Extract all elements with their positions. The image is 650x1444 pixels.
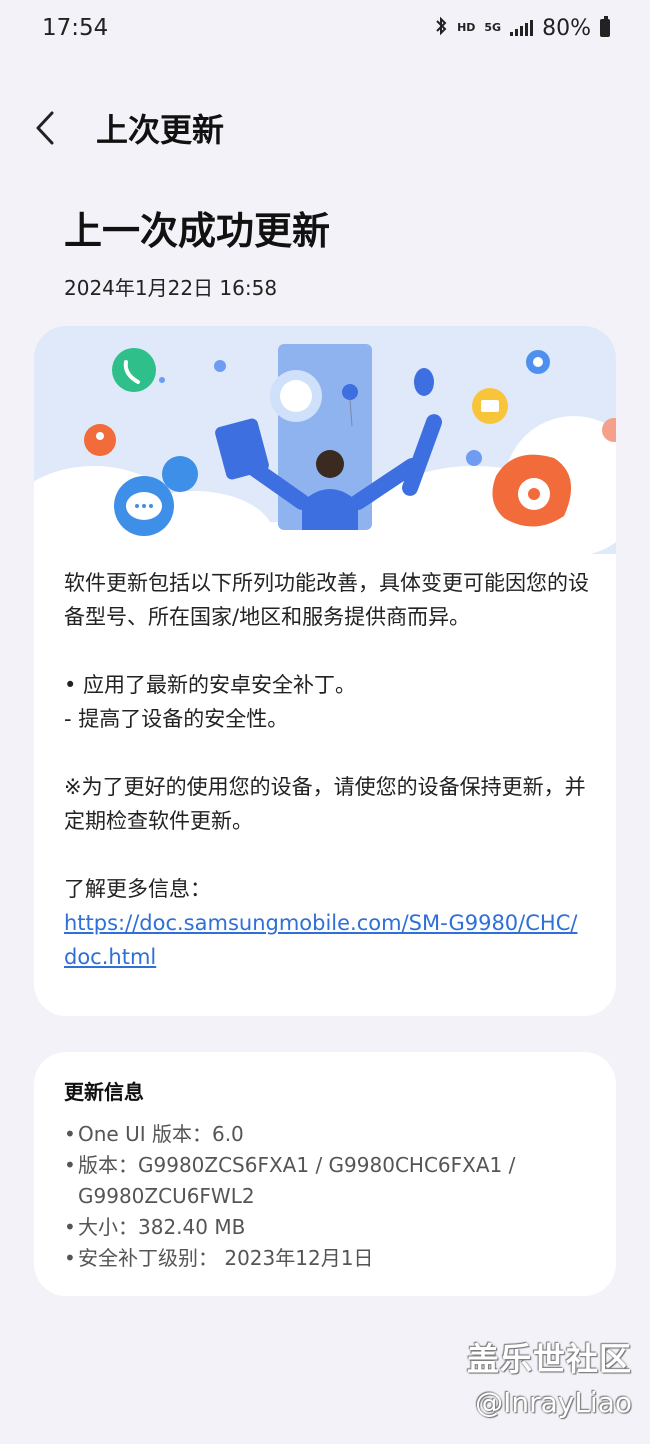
notes-bullet: • 应用了最新的安卓安全补丁。	[64, 673, 357, 697]
info-item-version: • 版本：G9980ZCS6FXA1 / G9980CHC6FXA1 / G998…	[64, 1153, 516, 1208]
watermark: 盖乐世社区 @InrayLiao	[467, 1334, 632, 1419]
back-arrow-icon	[36, 111, 54, 145]
status-icons: HD 5G 80%	[434, 16, 610, 41]
update-info-card: 更新信息 • One UI 版本：6.0 • 版本：G9980ZCS6FXA1 / …	[34, 1052, 616, 1296]
signal-icon	[510, 20, 534, 36]
bluetooth-icon	[434, 16, 448, 40]
more-info-label: 了解更多信息：	[64, 877, 211, 901]
release-notes-card: 软件更新包括以下所列功能改善，具体变更可能因您的设备型号、所在国家/地区和服务提…	[34, 326, 616, 1016]
update-date: 2024年1月22日 16:58	[64, 276, 278, 300]
release-notes: 软件更新包括以下所列功能改善，具体变更可能因您的设备型号、所在国家/地区和服务提…	[64, 566, 589, 974]
status-time: 17:54	[42, 15, 109, 41]
page-title: 上次更新	[96, 111, 225, 149]
battery-icon	[600, 16, 610, 37]
info-item-security-patch: • 安全补丁级别： 2023年12月1日	[64, 1246, 374, 1270]
battery-percent: 80%	[542, 15, 591, 41]
update-info-title: 更新信息	[64, 1080, 144, 1104]
status-bar: 17:54 HD 5G 80%	[0, 0, 650, 56]
back-button[interactable]	[0, 96, 90, 160]
hd-indicator: HD	[457, 21, 476, 34]
info-item-oneui: • One UI 版本：6.0	[64, 1122, 244, 1146]
app-header: 上次更新	[0, 96, 650, 160]
main-title: 上一次成功更新	[64, 209, 331, 253]
notes-reminder: ※为了更好的使用您的设备，请使您的设备保持更新，并定期检查软件更新。	[64, 775, 586, 833]
more-info-link[interactable]: https://doc.samsungmobile.com/SM-G9980/C…	[64, 911, 577, 969]
update-illustration	[34, 326, 616, 554]
notes-intro: 软件更新包括以下所列功能改善，具体变更可能因您的设备型号、所在国家/地区和服务提…	[64, 571, 589, 629]
watermark-community: 盖乐世社区	[466, 1340, 632, 1378]
info-item-size: • 大小：382.40 MB	[64, 1215, 246, 1239]
network-type: 5G	[484, 21, 502, 34]
watermark-author: @InrayLiao	[475, 1386, 632, 1419]
notes-sub-bullet: - 提高了设备的安全性。	[64, 707, 289, 731]
